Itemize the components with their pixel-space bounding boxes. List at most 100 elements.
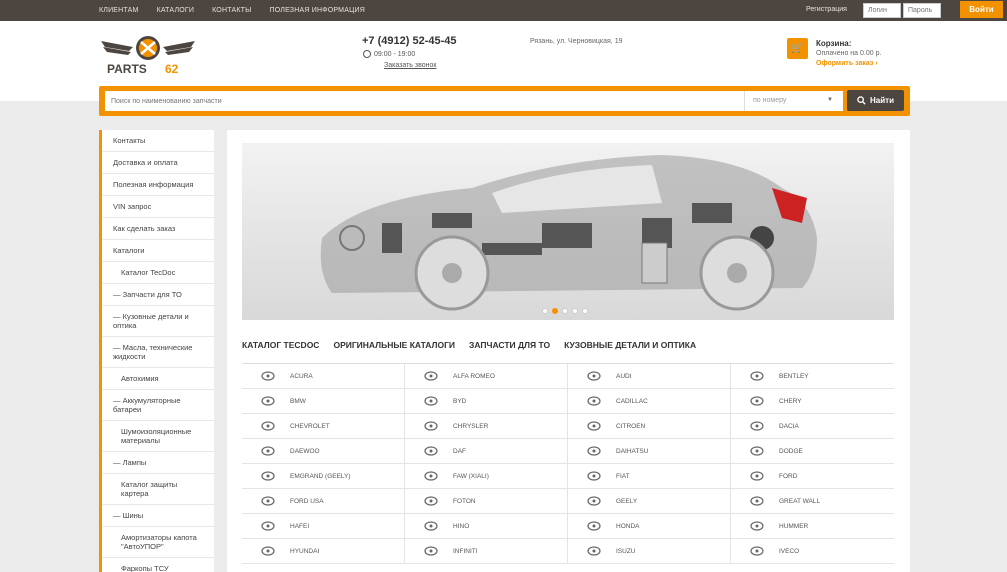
- sidebar-item[interactable]: — Лампы: [102, 452, 214, 474]
- emgrand-logo-icon: [260, 471, 276, 481]
- sidebar-item[interactable]: Фаркопы ТСУ: [102, 558, 214, 572]
- sidebar-item[interactable]: Шумоизоляционные материалы: [102, 421, 214, 452]
- brand-name: AUDI: [616, 372, 632, 380]
- brand-item[interactable]: HINO: [405, 514, 568, 539]
- citroen-logo-icon: [586, 421, 602, 431]
- slider-dot[interactable]: [562, 308, 568, 314]
- password-input[interactable]: [903, 3, 941, 18]
- banner-slider[interactable]: [242, 143, 894, 320]
- sidebar-item[interactable]: Амортизаторы капота "АвтоУПОР": [102, 527, 214, 558]
- tab-tecdoc[interactable]: КАТАЛОГ TECDOC: [242, 340, 319, 350]
- brand-name: GEELY: [616, 497, 638, 505]
- brand-item[interactable]: FIAT: [568, 464, 731, 489]
- sidebar-item[interactable]: — Масла, технические жидкости: [102, 337, 214, 368]
- topnav-useful-info[interactable]: ПОЛЕЗНАЯ ИНФОРМАЦИЯ: [269, 7, 364, 14]
- topnav-catalogs[interactable]: КАТАЛОГИ: [157, 7, 195, 14]
- search-mode-select[interactable]: по номеру ▼: [744, 91, 839, 111]
- brand-item[interactable]: AUDI: [568, 364, 731, 389]
- brand-item[interactable]: CHERY: [731, 389, 894, 414]
- hino-logo-icon: [423, 521, 439, 531]
- brand-item[interactable]: DAEWOO: [242, 439, 405, 464]
- login-button[interactable]: Войти: [960, 1, 1003, 18]
- address: Рязань, ул. Черновицкая, 19: [530, 38, 623, 45]
- brand-item[interactable]: DAIHATSU: [568, 439, 731, 464]
- bentley-logo-icon: [749, 371, 765, 381]
- brand-item[interactable]: GEELY: [568, 489, 731, 514]
- brand-item[interactable]: ISUZU: [568, 539, 731, 564]
- brand-item[interactable]: CHRYSLER: [405, 414, 568, 439]
- audi-logo-icon: [586, 371, 602, 381]
- slider-dot[interactable]: [542, 308, 548, 314]
- brand-item[interactable]: ALFA ROMEO: [405, 364, 568, 389]
- brand-item[interactable]: FORD USA: [242, 489, 405, 514]
- sidebar-item[interactable]: — Аккумуляторные батареи: [102, 390, 214, 421]
- sidebar-item[interactable]: VIN запрос: [102, 196, 214, 218]
- slider-dot[interactable]: [572, 308, 578, 314]
- brand-item[interactable]: DAF: [405, 439, 568, 464]
- brand-item[interactable]: CITROEN: [568, 414, 731, 439]
- callback-link[interactable]: Заказать звонок: [384, 62, 436, 69]
- brand-name: CADILLAC: [616, 397, 648, 405]
- search-input[interactable]: [105, 91, 843, 111]
- topnav-clients[interactable]: КЛИЕНТАМ: [99, 7, 139, 14]
- brand-item[interactable]: DACIA: [731, 414, 894, 439]
- brand-name: CHEVROLET: [290, 422, 330, 430]
- brand-item[interactable]: FOTON: [405, 489, 568, 514]
- sidebar-item[interactable]: Как сделать заказ: [102, 218, 214, 240]
- brand-name: DACIA: [779, 422, 799, 430]
- brand-item[interactable]: IVECO: [731, 539, 894, 564]
- brand-item[interactable]: CADILLAC: [568, 389, 731, 414]
- tab-body-parts[interactable]: КУЗОВНЫЕ ДЕТАЛИ И ОПТИКА: [564, 340, 696, 350]
- brand-item[interactable]: BENTLEY: [731, 364, 894, 389]
- cart-title[interactable]: Корзина:: [816, 39, 851, 48]
- sidebar-item[interactable]: Доставка и оплата: [102, 152, 214, 174]
- sidebar-item[interactable]: — Запчасти для ТО: [102, 284, 214, 306]
- sidebar-item[interactable]: Автохимия: [102, 368, 214, 390]
- hyundai-logo-icon: [260, 546, 276, 556]
- brand-item[interactable]: FAW (XIALI): [405, 464, 568, 489]
- brand-name: DAIHATSU: [616, 447, 649, 455]
- faw-logo-icon: [423, 471, 439, 481]
- dodge-logo-icon: [749, 446, 765, 456]
- brand-item[interactable]: BMW: [242, 389, 405, 414]
- brand-item[interactable]: HONDA: [568, 514, 731, 539]
- daf-logo-icon: [423, 446, 439, 456]
- brand-item[interactable]: CHEVROLET: [242, 414, 405, 439]
- sidebar-item[interactable]: Контакты: [102, 130, 214, 152]
- sidebar-item[interactable]: Полезная информация: [102, 174, 214, 196]
- brand-item[interactable]: DODGE: [731, 439, 894, 464]
- chrysler-logo-icon: [423, 421, 439, 431]
- phone-number[interactable]: +7 (4912) 52-45-45: [362, 35, 456, 47]
- brand-item[interactable]: ACURA: [242, 364, 405, 389]
- slider-dot[interactable]: [582, 308, 588, 314]
- daihatsu-logo-icon: [586, 446, 602, 456]
- brand-name: BYD: [453, 397, 467, 405]
- tab-original-catalogs[interactable]: ОРИГИНАЛЬНЫЕ КАТАЛОГИ: [333, 340, 455, 350]
- register-link[interactable]: Регистрация: [806, 6, 847, 13]
- tab-maintenance-parts[interactable]: ЗАПЧАСТИ ДЛЯ ТО: [469, 340, 550, 350]
- clock-icon: [363, 50, 371, 58]
- sidebar-item[interactable]: Каталог TecDoc: [102, 262, 214, 284]
- brand-item[interactable]: FORD: [731, 464, 894, 489]
- slider-dot-active[interactable]: [552, 308, 558, 314]
- topnav-contacts[interactable]: КОНТАКТЫ: [212, 7, 251, 14]
- sidebar-item[interactable]: Каталоги: [102, 240, 214, 262]
- login-input[interactable]: [863, 3, 901, 18]
- sidebar-item[interactable]: — Шины: [102, 505, 214, 527]
- bmw-logo-icon: [260, 396, 276, 406]
- brand-item[interactable]: BYD: [405, 389, 568, 414]
- checkout-link[interactable]: Оформить заказ ›: [816, 60, 878, 67]
- brand-item[interactable]: HAFEI: [242, 514, 405, 539]
- site-logo[interactable]: PARTS 62: [99, 33, 197, 77]
- sidebar-item[interactable]: — Кузовные детали и оптика: [102, 306, 214, 337]
- sidebar-item[interactable]: Каталог защиты картера: [102, 474, 214, 505]
- brand-item[interactable]: HYUNDAI: [242, 539, 405, 564]
- brand-item[interactable]: EMGRAND (GEELY): [242, 464, 405, 489]
- search-button[interactable]: Найти: [847, 90, 904, 111]
- cart-icon[interactable]: 🛒: [787, 38, 808, 59]
- brand-item[interactable]: INFINITI: [405, 539, 568, 564]
- brand-name: BMW: [290, 397, 306, 405]
- chery-logo-icon: [749, 396, 765, 406]
- brand-item[interactable]: GREAT WALL: [731, 489, 894, 514]
- brand-item[interactable]: HUMMER: [731, 514, 894, 539]
